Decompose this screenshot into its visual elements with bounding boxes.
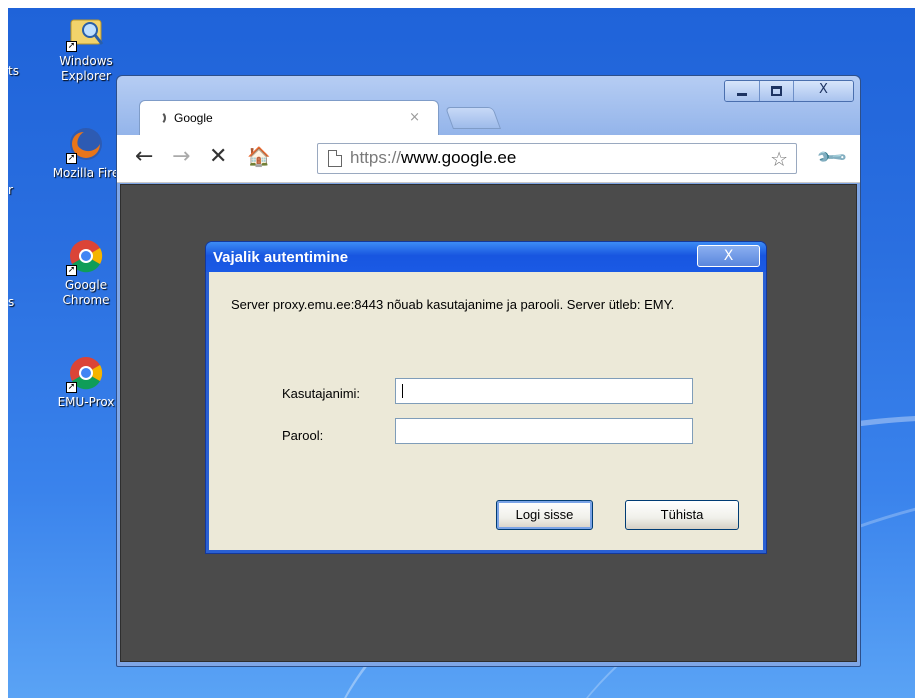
tab-google[interactable]: Google × [139, 100, 439, 136]
desktop-icon-label: Google Chrome [62, 278, 110, 307]
close-window-button[interactable]: X [793, 81, 853, 101]
cut-label: ts [8, 64, 19, 78]
login-button[interactable]: Logi sisse [496, 500, 593, 530]
cut-label: s [8, 295, 15, 309]
windows-explorer-icon: ➚ [66, 12, 106, 52]
bookmark-star-icon[interactable]: ☆ [770, 147, 788, 171]
cut-label: r [8, 183, 13, 197]
auth-dialog: Vajalik autentimine X Server proxy.emu.e… [206, 242, 766, 553]
cancel-button[interactable]: Tühista [625, 500, 739, 530]
maximize-icon [771, 86, 782, 96]
forward-button[interactable]: → [172, 145, 190, 169]
new-tab-button[interactable] [444, 107, 502, 129]
browser-toolbar: ← → ✕ 🏠 https://www.google.ee ☆ 🔧 [117, 135, 860, 183]
dialog-title: Vajalik autentimine [213, 249, 349, 266]
minimize-icon [737, 93, 747, 96]
desktop-icon-label: EMU-Prox [57, 395, 115, 409]
desktop-icon-windows-explorer[interactable]: ➚ Windows Explorer [46, 12, 126, 84]
password-label: Parool: [282, 428, 324, 443]
username-label: Kasutajanimi: [282, 386, 361, 401]
desktop-icon-label: Mozilla Fire [52, 166, 120, 180]
firefox-icon: ➚ [66, 124, 106, 164]
url-text: https://www.google.ee [350, 148, 517, 167]
desktop-icon-emu-proxy[interactable]: ➚ EMU-Prox [46, 353, 126, 410]
loading-spinner-icon [152, 111, 166, 125]
tab-close-icon[interactable]: × [409, 110, 420, 125]
desktop-icon-label: Windows Explorer [59, 54, 113, 83]
address-bar[interactable]: https://www.google.ee ☆ [317, 143, 797, 174]
chrome-icon: ➚ [66, 353, 106, 393]
home-button[interactable]: 🏠 [247, 145, 271, 169]
wrench-menu-icon[interactable]: 🔧 [814, 140, 849, 175]
dialog-message: Server proxy.emu.ee:8443 nõuab kasutajan… [231, 297, 675, 312]
tab-title: Google [174, 111, 213, 125]
chrome-icon: ➚ [66, 236, 106, 276]
stop-button[interactable]: ✕ [209, 145, 227, 169]
desktop-icon-firefox[interactable]: ➚ Mozilla Fire [46, 124, 126, 181]
minimize-button[interactable] [725, 81, 759, 101]
tab-strip: X Google × [117, 76, 860, 136]
desktop-icon-chrome[interactable]: ➚ Google Chrome [46, 236, 126, 308]
dialog-title-bar: Vajalik autentimine X [206, 242, 766, 272]
dialog-close-button[interactable]: X [697, 245, 760, 267]
back-button[interactable]: ← [135, 145, 153, 169]
username-input[interactable] [395, 378, 693, 404]
close-icon: X [819, 82, 828, 97]
page-icon [328, 150, 342, 167]
window-controls: X [724, 80, 854, 102]
password-input[interactable] [395, 418, 693, 444]
maximize-button[interactable] [759, 81, 793, 101]
